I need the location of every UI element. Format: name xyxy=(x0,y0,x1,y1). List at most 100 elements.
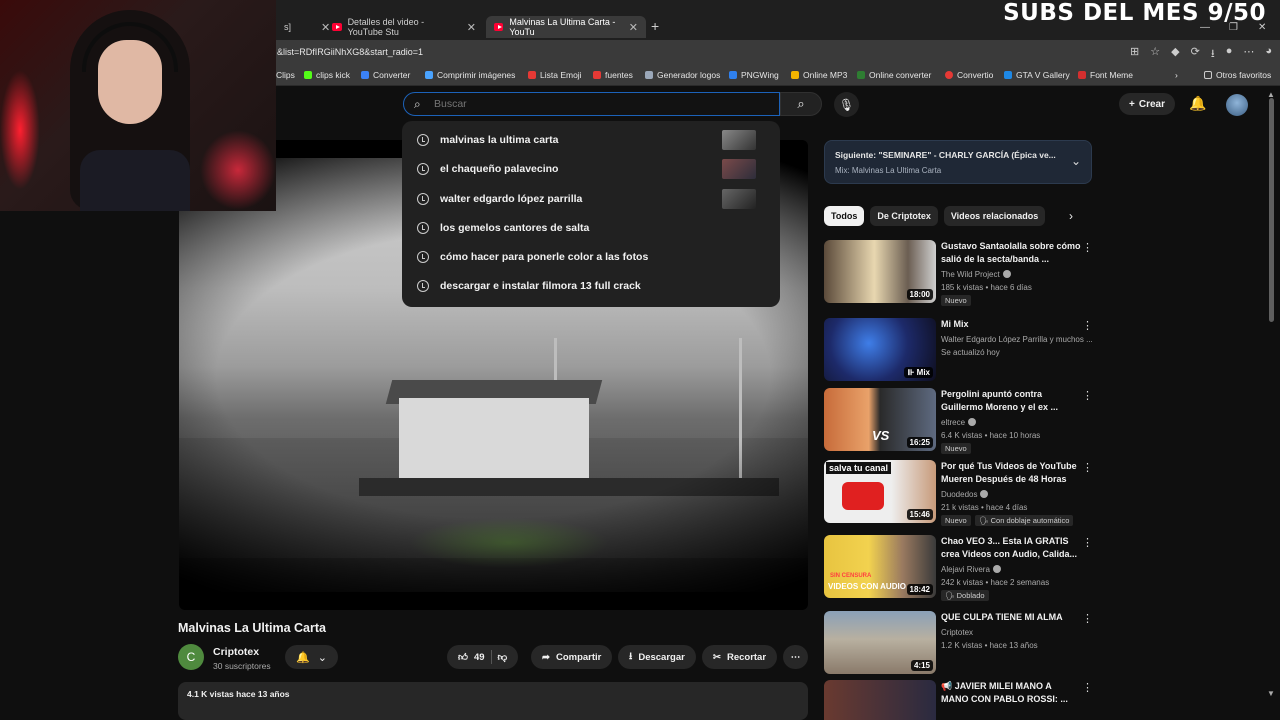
bookmark-item[interactable]: Font Meme xyxy=(1078,70,1133,80)
bookmark-label: clips kick xyxy=(316,70,351,80)
dislike-button[interactable]: 👎︎ xyxy=(498,651,508,663)
star-icon[interactable]: ☆ xyxy=(1150,45,1160,64)
video-thumbnail[interactable]: 4:15 xyxy=(824,611,936,674)
new-tab-plus-icon[interactable]: + xyxy=(651,18,659,34)
chip-related[interactable]: Videos relacionados xyxy=(943,206,1046,226)
channel-name: The Wild Project xyxy=(941,270,1000,279)
url-text[interactable]: &list=RDfIRGiiNhXG8&start_radio=1 xyxy=(277,47,423,57)
share-button[interactable]: ➦ Compartir xyxy=(531,645,613,669)
bookmark-label: Convertio xyxy=(957,70,994,80)
bookmark-item[interactable]: Convertio xyxy=(945,70,993,80)
bookmark-item[interactable]: Clips xyxy=(276,70,295,80)
recommendation-title[interactable]: Por qué Tus Videos de YouTube Mueren Des… xyxy=(941,460,1081,486)
bookmark-item[interactable]: clips kick xyxy=(304,70,350,80)
bookmark-folder[interactable]: Otros favoritos xyxy=(1204,70,1271,80)
chip-from-channel[interactable]: De Criptotex xyxy=(870,206,938,226)
recommendation-title[interactable]: Gustavo Santaolalla sobre cómo salió de … xyxy=(941,240,1081,266)
chip-all[interactable]: Todos xyxy=(824,206,865,226)
chevron-down-icon[interactable]: ⌄ xyxy=(1071,154,1081,168)
bookmark-item[interactable]: Comprimir imágenes xyxy=(425,70,515,80)
download-button[interactable]: ⭳ Descargar xyxy=(618,645,696,669)
recommendation-item[interactable]: 📢 JAVIER MILEI MANO A MANO CON PABLO ROS… xyxy=(824,680,1094,720)
history-icon xyxy=(417,280,429,293)
chevron-right-icon[interactable]: › xyxy=(1069,209,1073,223)
recommendation-item[interactable]: salva tu canal 15:46 Por qué Tus Videos … xyxy=(824,460,1094,526)
more-actions-button[interactable]: ⋯ xyxy=(783,645,808,669)
apps-icon[interactable]: ⊞ xyxy=(1130,45,1139,64)
bookmark-item[interactable]: GTA V Gallery xyxy=(1004,70,1070,80)
search-input[interactable] xyxy=(434,96,764,112)
video-thumbnail[interactable]: ⊪ Mix xyxy=(824,318,936,381)
video-thumbnail[interactable] xyxy=(824,680,936,720)
create-label: Crear xyxy=(1138,98,1165,110)
recommendation-item[interactable]: VS 16:25 Pergolini apuntó contra Guiller… xyxy=(824,388,1094,454)
recommendation-item[interactable]: SIN CENSURA VIDEOS CON AUDIO 18:42 Chao … xyxy=(824,535,1094,601)
download-icon[interactable]: ⭳ xyxy=(1211,45,1215,64)
bookmark-item[interactable]: Lista Emoji xyxy=(528,70,582,80)
bookmark-item[interactable]: Converter xyxy=(361,70,410,80)
more-vert-icon[interactable]: ⋮ xyxy=(1082,389,1093,402)
channel-avatar[interactable]: C xyxy=(178,644,204,670)
tab-close-icon[interactable]: ✕ xyxy=(467,21,476,34)
recommendation-title[interactable]: Pergolini apuntó contra Guillermo Moreno… xyxy=(941,388,1081,414)
bookmark-item[interactable]: Online MP3 xyxy=(791,70,847,80)
tab-video-details[interactable]: Detalles del video - YouTube Stu ✕ xyxy=(324,16,484,38)
video-thumbnail[interactable]: salva tu canal 15:46 xyxy=(824,460,936,523)
history-icon xyxy=(417,134,429,146)
subscription-notifications-button[interactable]: 🔔 ⌄ xyxy=(285,645,338,669)
more-vert-icon[interactable]: ⋮ xyxy=(1082,536,1093,549)
playlist-next-box[interactable]: Siguiente: "SEMINARE" - CHARLY GARCÍA (É… xyxy=(824,140,1092,184)
plus-icon: + xyxy=(1129,98,1135,110)
profile-icon[interactable]: ● xyxy=(1226,45,1233,64)
copilot-icon[interactable]: ◕ xyxy=(1265,45,1272,64)
account-avatar[interactable] xyxy=(1226,94,1248,116)
suggestion-item[interactable]: el chaqueño palavecino xyxy=(402,155,780,184)
recommendation-item[interactable]: 18:00 Gustavo Santaolalla sobre cómo sal… xyxy=(824,240,1094,306)
bookmark-item[interactable]: PNGWing xyxy=(729,70,779,80)
scroll-down-arrow-icon[interactable]: ▼ xyxy=(1267,689,1275,698)
more-vert-icon[interactable]: ⋮ xyxy=(1082,241,1093,254)
bookmark-item[interactable]: Online converter xyxy=(857,70,931,80)
bookmarks-more-chevron-icon[interactable]: › xyxy=(1175,70,1178,80)
tab-current-video[interactable]: Malvinas La Ultima Carta - YouTu ✕ xyxy=(486,16,646,38)
more-vert-icon[interactable]: ⋮ xyxy=(1082,681,1093,694)
search-button[interactable]: ⌕ xyxy=(780,92,822,116)
more-vert-icon[interactable]: ⋮ xyxy=(1082,612,1093,625)
bookmark-item[interactable]: Generador logos xyxy=(645,70,720,80)
suggestion-item[interactable]: los gemelos cantores de salta xyxy=(402,214,780,243)
description-box[interactable]: 4.1 K vistas hace 13 años xyxy=(178,682,808,720)
more-vert-icon[interactable]: ⋮ xyxy=(1082,319,1093,332)
clip-button[interactable]: ✂ Recortar xyxy=(702,645,778,669)
recommendation-title[interactable]: 📢 JAVIER MILEI MANO A MANO CON PABLO ROS… xyxy=(941,680,1081,706)
recommendation-item[interactable]: 4:15 QUE CULPA TIENE MI ALMA Criptotex 1… xyxy=(824,611,1094,675)
recommendation-title[interactable]: Chao VEO 3... Esta IA GRATIS crea Videos… xyxy=(941,535,1081,561)
voice-search-button[interactable]: 🎙 xyxy=(834,92,859,117)
recommendation-item[interactable]: ⊪ Mix Mi Mix Walter Edgardo López Parril… xyxy=(824,318,1094,382)
extension-icon[interactable]: ◆ xyxy=(1171,45,1179,64)
video-thumbnail[interactable]: 18:00 xyxy=(824,240,936,303)
dubbing-label: Con doblaje automático xyxy=(990,516,1070,525)
divider xyxy=(490,650,492,664)
search-box[interactable]: ⌕ xyxy=(403,92,780,116)
more-vert-icon[interactable]: ⋮ xyxy=(1082,461,1093,474)
notifications-bell-icon[interactable]: 🔔 xyxy=(1189,95,1206,112)
tab-label: Malvinas La Ultima Carta - YouTu xyxy=(509,17,616,37)
recommendation-title[interactable]: QUE CULPA TIENE MI ALMA xyxy=(941,611,1081,624)
suggestion-item[interactable]: walter edgardo lópez parrilla xyxy=(402,185,780,214)
create-button[interactable]: + Crear xyxy=(1119,93,1175,115)
video-thumbnail[interactable]: VS 16:25 xyxy=(824,388,936,451)
menu-dots-icon[interactable]: ⋯ xyxy=(1243,45,1254,64)
suggestion-item[interactable]: descargar e instalar filmora 13 full cra… xyxy=(402,272,780,301)
refresh-extension-icon[interactable]: ⟳ xyxy=(1191,45,1200,64)
tab-close-icon[interactable]: ✕ xyxy=(629,21,638,34)
suggestion-item[interactable]: malvinas la ultima carta xyxy=(402,126,780,155)
bookmark-item[interactable]: fuentes xyxy=(593,70,633,80)
like-button[interactable]: 👍︎ 49 xyxy=(458,651,485,664)
suggestion-item[interactable]: cómo hacer para ponerle color a las foto… xyxy=(402,243,780,272)
page-scrollbar-thumb[interactable] xyxy=(1269,98,1274,322)
video-thumbnail[interactable]: SIN CENSURA VIDEOS CON AUDIO 18:42 xyxy=(824,535,936,598)
thumbs-up-icon: 👍︎ xyxy=(458,652,468,663)
subscriber-count: 30 suscriptores xyxy=(213,661,271,671)
channel-name[interactable]: Criptotex xyxy=(213,646,259,658)
recommendation-title[interactable]: Mi Mix xyxy=(941,318,1081,331)
